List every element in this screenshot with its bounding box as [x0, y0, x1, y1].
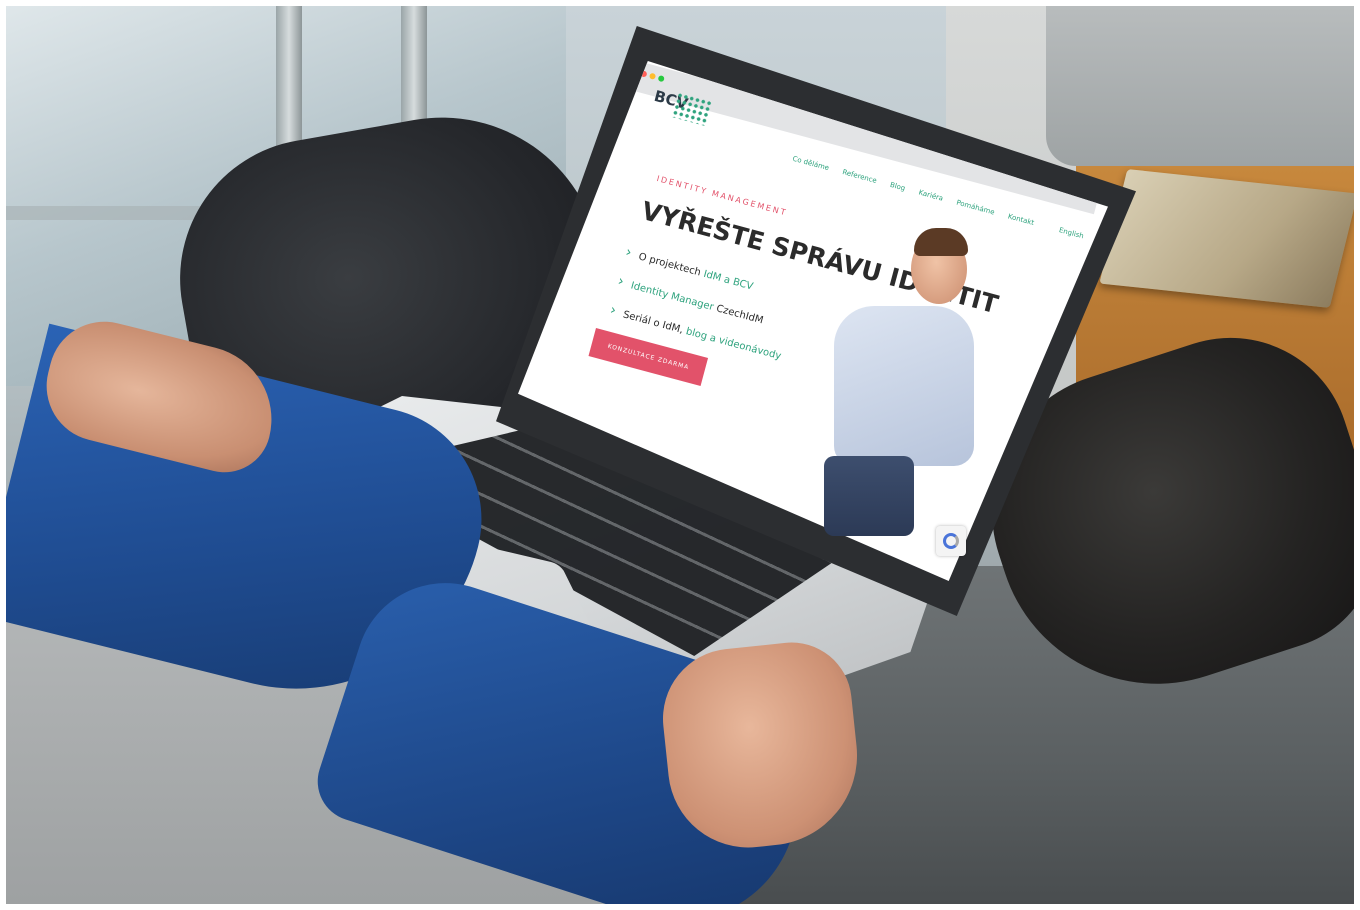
hero-person-pants	[824, 456, 914, 536]
minimize-dot-icon	[648, 72, 657, 80]
bullet-text: Seriál o IdM,	[621, 309, 688, 337]
magazine	[1099, 169, 1354, 308]
hero-person-shirt	[834, 306, 974, 466]
bullet-text: a videonávody	[705, 331, 783, 363]
nav-item[interactable]: Blog	[889, 181, 906, 193]
bullet-text: CzechIdM	[711, 302, 765, 327]
zoom-dot-icon	[657, 74, 665, 83]
recaptcha-icon[interactable]	[936, 526, 966, 556]
hero-person-hair	[914, 228, 968, 256]
background-sofa	[1046, 6, 1354, 166]
photo-scene: BCV Co děláme Reference Blog Kariéra Pom…	[6, 6, 1354, 904]
bullet-link[interactable]: Identity Manager	[629, 280, 714, 313]
